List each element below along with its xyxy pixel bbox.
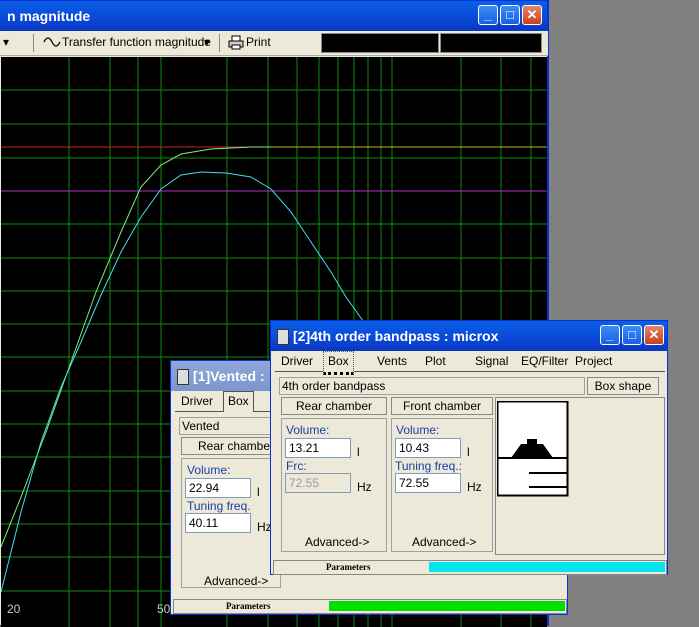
- tab-box[interactable]: Box: [323, 351, 354, 375]
- rear-chamber-button[interactable]: Rear chamber: [281, 397, 387, 415]
- tuning-freq-input[interactable]: 40.11: [185, 513, 251, 533]
- readout-box-1: [321, 33, 439, 53]
- frc-unit: Hz: [357, 480, 372, 494]
- bandpass-box-window: [2]4th order bandpass : microx _ □ ✕ Dri…: [270, 320, 668, 575]
- window-title: n magnitude: [7, 8, 91, 24]
- wave-icon: [43, 36, 61, 51]
- volume-label: Volume:: [286, 423, 330, 437]
- close-button[interactable]: ✕: [644, 325, 664, 345]
- volume-unit: l: [257, 485, 260, 499]
- status-bar: Parameters: [273, 560, 667, 575]
- chevron-down-icon[interactable]: ▾: [204, 35, 210, 49]
- frc-input: 72.55: [285, 473, 351, 493]
- toolbar: ▾ Transfer function magnitude ▾ Print: [0, 31, 548, 56]
- front-volume-input[interactable]: 10.43: [395, 438, 461, 458]
- parameters-label: Parameters: [326, 562, 371, 572]
- tab-eq-filter[interactable]: EQ/Filter: [517, 351, 572, 371]
- tab-vents[interactable]: Vents: [373, 351, 411, 371]
- tab-project[interactable]: Project: [571, 351, 616, 371]
- parameters-label: Parameters: [226, 601, 271, 611]
- minimize-button[interactable]: _: [600, 325, 620, 345]
- frc-label: Frc:: [286, 459, 307, 473]
- progress-bar: [329, 601, 565, 611]
- tab-plot[interactable]: Plot: [421, 351, 450, 371]
- volume-unit: l: [357, 445, 360, 459]
- tuning-freq-unit: Hz: [467, 480, 482, 494]
- tab-bar: Driver Box Vents Plot Signal EQ/Filter P…: [275, 351, 665, 375]
- printer-icon: [228, 35, 244, 53]
- maximize-button[interactable]: □: [622, 325, 642, 345]
- bandpass-box-diagram: [497, 401, 569, 497]
- minimize-button[interactable]: _: [478, 5, 498, 25]
- maximize-button[interactable]: □: [500, 5, 520, 25]
- tab-box[interactable]: Box: [223, 391, 254, 412]
- window-icon: [277, 329, 289, 345]
- readout-box-2: [440, 33, 542, 53]
- box-type-field: 4th order bandpass: [279, 377, 585, 395]
- box-shape-button[interactable]: Box shape: [587, 377, 659, 395]
- x-tick-label: 50: [157, 602, 171, 616]
- rear-advanced-button[interactable]: Advanced->: [305, 535, 369, 549]
- progress-bar: [429, 562, 665, 572]
- status-bar: Parameters: [173, 599, 567, 614]
- title-bar[interactable]: [2]4th order bandpass : microx _ □ ✕: [271, 321, 667, 351]
- volume-input[interactable]: 22.94: [185, 478, 251, 498]
- window-title: [2]4th order bandpass : microx: [293, 328, 499, 344]
- title-bar[interactable]: n magnitude _ □ ✕: [0, 1, 547, 31]
- rear-volume-input[interactable]: 13.21: [285, 438, 351, 458]
- window-title: [1]Vented :: [193, 368, 265, 384]
- tuning-freq-label: Tuning freq.: [187, 499, 251, 513]
- front-chamber-button[interactable]: Front chamber: [391, 397, 493, 415]
- volume-unit: l: [467, 445, 470, 459]
- front-advanced-button[interactable]: Advanced->: [412, 535, 476, 549]
- tuning-freq-label: Tuning freq.:: [395, 459, 462, 473]
- print-button[interactable]: Print: [246, 35, 271, 49]
- window-icon: [177, 369, 189, 385]
- tab-signal[interactable]: Signal: [471, 351, 512, 371]
- advanced-button[interactable]: Advanced->: [204, 574, 268, 588]
- volume-label: Volume:: [396, 423, 440, 437]
- transfer-function-dropdown[interactable]: Transfer function magnitude: [62, 35, 211, 49]
- dropdown-arrow-icon[interactable]: ▾: [3, 35, 9, 49]
- tab-driver[interactable]: Driver: [177, 391, 217, 411]
- volume-label: Volume:: [187, 463, 231, 477]
- tab-driver[interactable]: Driver: [277, 351, 317, 371]
- front-tuning-freq-input[interactable]: 72.55: [395, 473, 461, 493]
- close-button[interactable]: ✕: [522, 5, 542, 25]
- x-tick-label: 20: [7, 602, 21, 616]
